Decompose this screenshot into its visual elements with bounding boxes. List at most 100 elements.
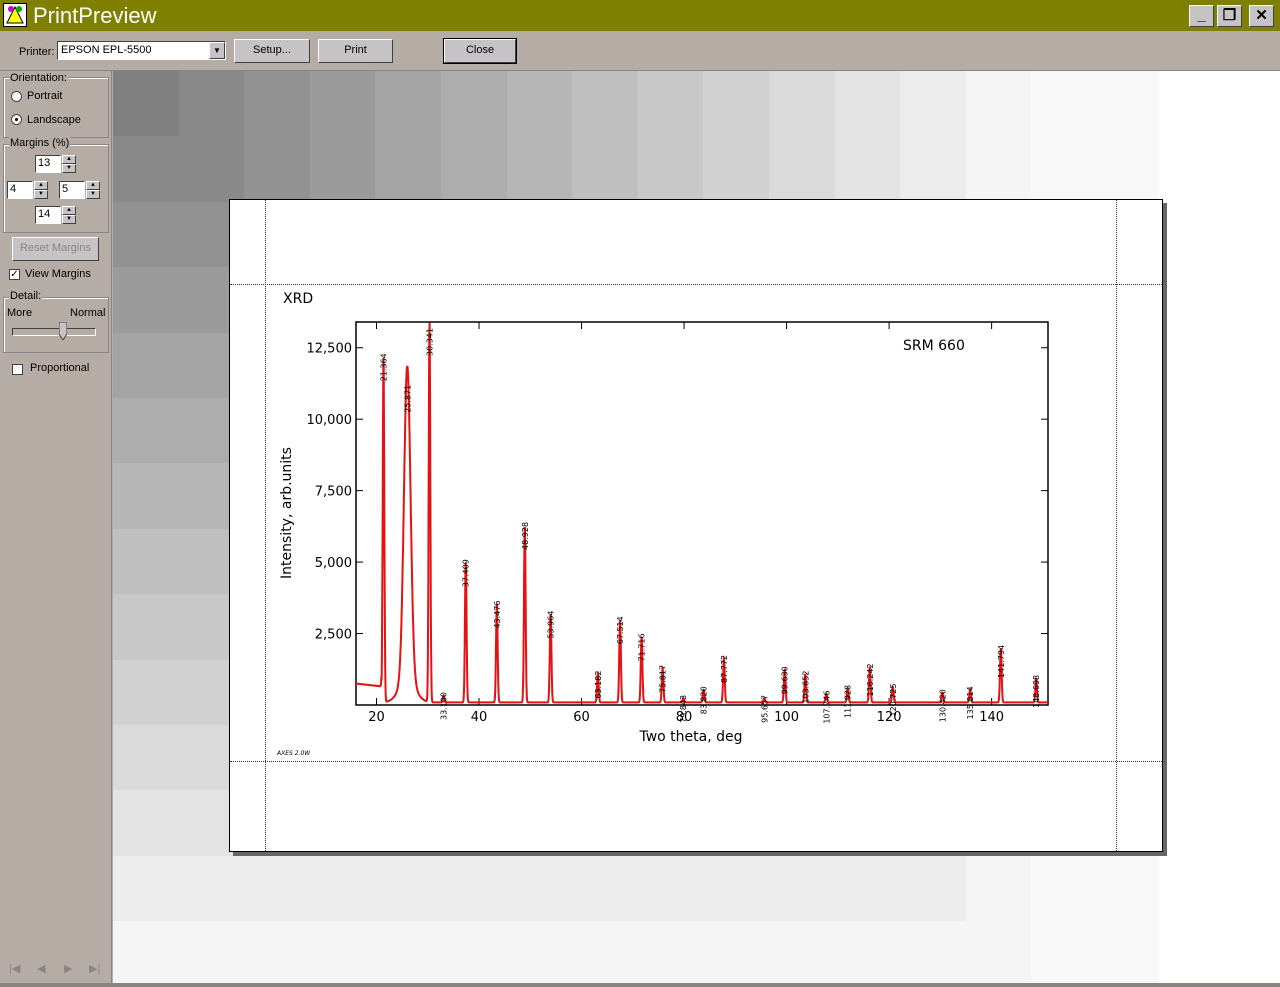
restore-button[interactable]: ❐ (1217, 5, 1242, 27)
y-tick-label: 2,500 (315, 628, 352, 643)
preview-background-tile (769, 71, 836, 138)
y-tick-label: 10,000 (307, 413, 353, 428)
x-axis-label: Two theta, deg (638, 729, 742, 745)
preview-background-tile (1031, 136, 1098, 203)
peak-label: 71.716 (638, 633, 647, 661)
peak-label: 103.652 (801, 671, 810, 704)
close-button[interactable]: Close (443, 38, 517, 64)
preview-background-tile (506, 921, 574, 983)
preview-background-tile (375, 136, 442, 203)
preview-background-tile (113, 855, 180, 923)
peak-label: 33.100 (440, 692, 449, 720)
spin-up-icon[interactable]: ▲ (34, 181, 48, 190)
last-page-button[interactable]: ▶| (89, 962, 100, 975)
preview-background-tile (637, 71, 705, 138)
preview-background-tile (834, 855, 902, 923)
preview-background-tile (834, 921, 902, 983)
preview-background-tile (900, 921, 967, 983)
preview-background-tile (375, 921, 442, 983)
preview-background-tile (113, 725, 180, 792)
preview-background-tile (769, 136, 836, 203)
window-title: PrintPreview (33, 3, 157, 28)
proportional-label: Proportional (30, 362, 90, 374)
preview-background-tile (441, 855, 508, 923)
preview-background-tile (572, 855, 639, 923)
app-icon[interactable] (3, 3, 27, 27)
preview-background-tile (506, 71, 574, 138)
preview-background-tile (1097, 71, 1164, 138)
preview-background-tile (965, 136, 1033, 203)
close-window-button[interactable]: ✕ (1249, 5, 1274, 27)
preview-background-tile (506, 855, 574, 923)
minimize-button[interactable]: _ (1189, 5, 1214, 27)
preview-background-tile (965, 71, 1033, 138)
peak-label: 116.242 (866, 663, 875, 696)
preview-background-tile (900, 136, 967, 203)
printer-select[interactable]: EPSON EPL-5500 ▼ (57, 41, 226, 60)
x-tick-label: 140 (979, 710, 1004, 725)
preview-background-tile (1031, 71, 1098, 138)
proportional-checkbox[interactable] (12, 364, 23, 375)
margin-bottom-input[interactable]: 14 (35, 206, 61, 224)
margin-right-input[interactable]: 5 (59, 181, 85, 199)
preview-background-tile (244, 921, 311, 983)
preview-background-tile (113, 136, 180, 203)
spin-down-icon[interactable]: ▼ (86, 190, 100, 199)
spin-down-icon[interactable]: ▼ (34, 190, 48, 199)
peak-label: 43.476 (493, 601, 502, 629)
preview-background-tile (113, 921, 180, 983)
plot-frame (355, 321, 1049, 706)
status-bar (0, 983, 1280, 987)
peak-label: 63.182 (594, 671, 603, 699)
slider-thumb[interactable] (59, 322, 67, 340)
peak-label: 79.843 (679, 695, 688, 723)
preview-background-tile (637, 855, 705, 923)
next-page-button[interactable]: ▶ (64, 962, 72, 975)
portrait-radio[interactable] (11, 91, 22, 102)
preview-background-tile (113, 267, 180, 334)
landscape-radio[interactable] (11, 114, 22, 125)
preview-background-tile (1097, 855, 1164, 923)
preview-background-tile (309, 71, 377, 138)
preview-background-tile (375, 71, 442, 138)
peak-label: 130.420 (939, 689, 948, 722)
spin-up-icon[interactable]: ▲ (62, 155, 76, 164)
chart-footer: AXES 2.0W (276, 750, 311, 757)
spin-down-icon[interactable]: ▼ (62, 215, 76, 224)
chart-annotation: SRM 660 (903, 338, 965, 354)
margin-top-input[interactable]: 13 (35, 155, 61, 173)
reset-margins-button[interactable]: Reset Margins (12, 237, 99, 261)
y-tick-label: 5,000 (315, 556, 352, 571)
print-button[interactable]: Print (318, 39, 393, 63)
portrait-label: Portrait (27, 90, 63, 102)
preview-background-tile (834, 71, 902, 138)
first-page-button[interactable]: |◀ (9, 962, 20, 975)
preview-background-tile (637, 921, 705, 983)
preview-background-tile (309, 855, 377, 923)
preview-background-tile (1097, 921, 1164, 983)
x-tick-label: 60 (573, 710, 590, 725)
preview-background-tile (834, 136, 902, 203)
detail-slider[interactable] (8, 322, 100, 344)
prev-page-button[interactable]: ◀ (37, 962, 45, 975)
preview-background-tile (113, 201, 180, 269)
print-page: XRD SRM 660 Two theta, deg Intensity, ar… (229, 199, 1163, 852)
preview-background-tile (244, 855, 311, 923)
setup-button[interactable]: Setup... (234, 39, 310, 63)
margin-left-input[interactable]: 4 (7, 181, 33, 199)
preview-background-tile (309, 921, 377, 983)
chevron-down-icon[interactable]: ▼ (209, 42, 225, 59)
preview-background-tile (441, 921, 508, 983)
spin-up-icon[interactable]: ▲ (62, 206, 76, 215)
spin-down-icon[interactable]: ▼ (62, 164, 76, 173)
view-margins-checkbox[interactable]: ✓ (9, 269, 20, 280)
peak-label: 135.814 (966, 686, 975, 719)
detail-label: Detail: (9, 290, 43, 302)
first-page-icon: |◀ (9, 963, 21, 975)
spin-up-icon[interactable]: ▲ (86, 181, 100, 190)
preview-background-tile (769, 921, 836, 983)
peak-label: 21.364 (379, 353, 388, 381)
preview-background-tile (769, 855, 836, 923)
margins-label: Margins (%) (9, 137, 71, 149)
x-tick-label: 20 (368, 710, 385, 725)
